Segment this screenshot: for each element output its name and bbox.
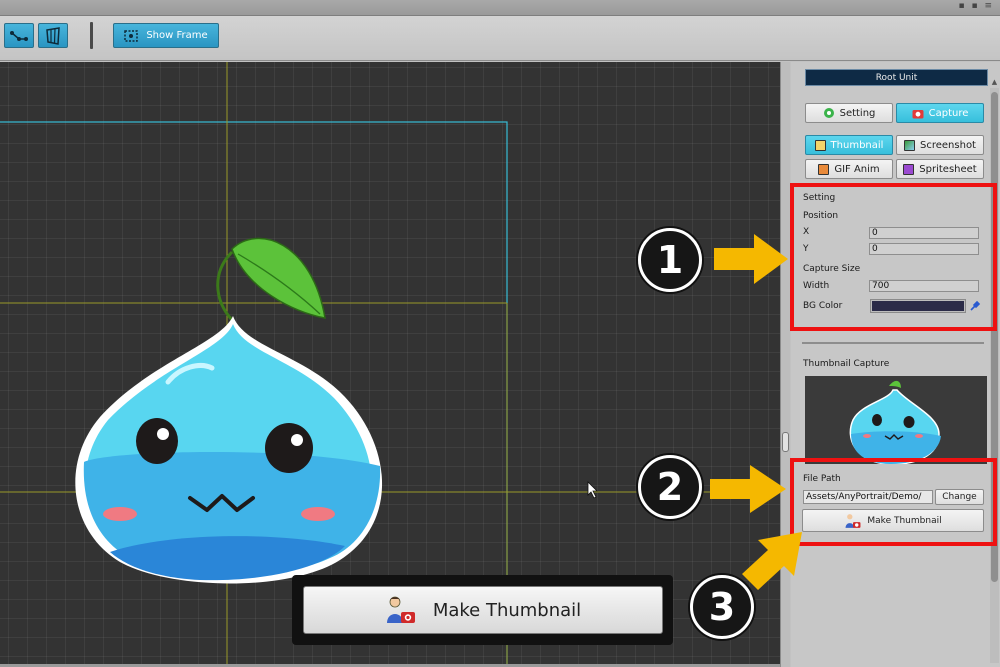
setting-icon: [823, 108, 834, 118]
mode-spritesheet-label: Spritesheet: [919, 163, 977, 175]
camera-icon: [912, 109, 924, 118]
root-unit-header[interactable]: Root Unit: [805, 69, 988, 86]
mesh-icon: [46, 26, 60, 45]
window-controls[interactable]: ▪ ▪ ≡: [959, 1, 994, 11]
spritesheet-icon: [903, 163, 915, 175]
section-divider: [802, 342, 984, 344]
panel-scrollbar[interactable]: ▲: [990, 78, 999, 663]
person-camera-icon: [386, 596, 415, 623]
mode-screenshot-label: Screenshot: [920, 139, 976, 151]
canvas-scroll-handle[interactable]: [782, 432, 789, 452]
arrow-1-icon: [714, 234, 788, 284]
highlight-setting-section: [790, 183, 997, 331]
show-frame-button[interactable]: Show Frame: [113, 23, 219, 48]
tab-setting-label: Setting: [839, 107, 876, 119]
step-badge-2: 2: [638, 455, 702, 519]
arrow-3-icon: [742, 532, 802, 590]
callout-make-thumbnail-button[interactable]: Make Thumbnail: [303, 586, 663, 634]
arrow-2-icon: [710, 465, 786, 513]
screenshot-icon: [904, 139, 916, 151]
mode-thumbnail[interactable]: Thumbnail: [805, 135, 893, 155]
app-window: ▪ ▪ ≡ Show Frame Make Thumbnail Root Uni…: [0, 0, 1000, 667]
slime-character[interactable]: [75, 237, 383, 584]
tab-capture-label: Capture: [928, 107, 969, 119]
thumbnail-icon: [814, 139, 826, 151]
scroll-up-arrow-icon[interactable]: ▲: [990, 78, 999, 87]
title-bar: ▪ ▪ ≡: [0, 0, 1000, 16]
show-frame-label: Show Frame: [146, 30, 208, 41]
gif-anim-icon: [818, 163, 830, 175]
bone-tool-button[interactable]: [4, 23, 34, 48]
inspector-panel: Root Unit Setting Capture Thumbnail Scre…: [791, 62, 1000, 667]
bone-icon: [10, 30, 28, 41]
tab-capture[interactable]: Capture: [896, 103, 984, 123]
tab-setting[interactable]: Setting: [805, 103, 893, 123]
mouse-cursor-icon: [587, 481, 598, 499]
mode-spritesheet[interactable]: Spritesheet: [896, 159, 984, 179]
highlight-file-path-section: [790, 458, 997, 546]
toolbar: Show Frame: [0, 16, 1000, 61]
mode-gif-anim[interactable]: GIF Anim: [805, 159, 893, 179]
thumbnail-capture-title: Thumbnail Capture: [803, 359, 890, 369]
mode-gif-anim-label: GIF Anim: [834, 163, 880, 175]
step-badge-1: 1: [638, 228, 702, 292]
step-badge-3: 3: [690, 575, 754, 639]
mode-screenshot[interactable]: Screenshot: [896, 135, 984, 155]
mode-thumbnail-label: Thumbnail: [830, 139, 884, 151]
mesh-tool-button[interactable]: [38, 23, 68, 48]
toolbar-separator: [90, 22, 93, 49]
frame-icon: [124, 29, 139, 42]
thumbnail-preview-image: [805, 376, 987, 464]
callout-make-thumbnail-label: Make Thumbnail: [432, 599, 582, 621]
